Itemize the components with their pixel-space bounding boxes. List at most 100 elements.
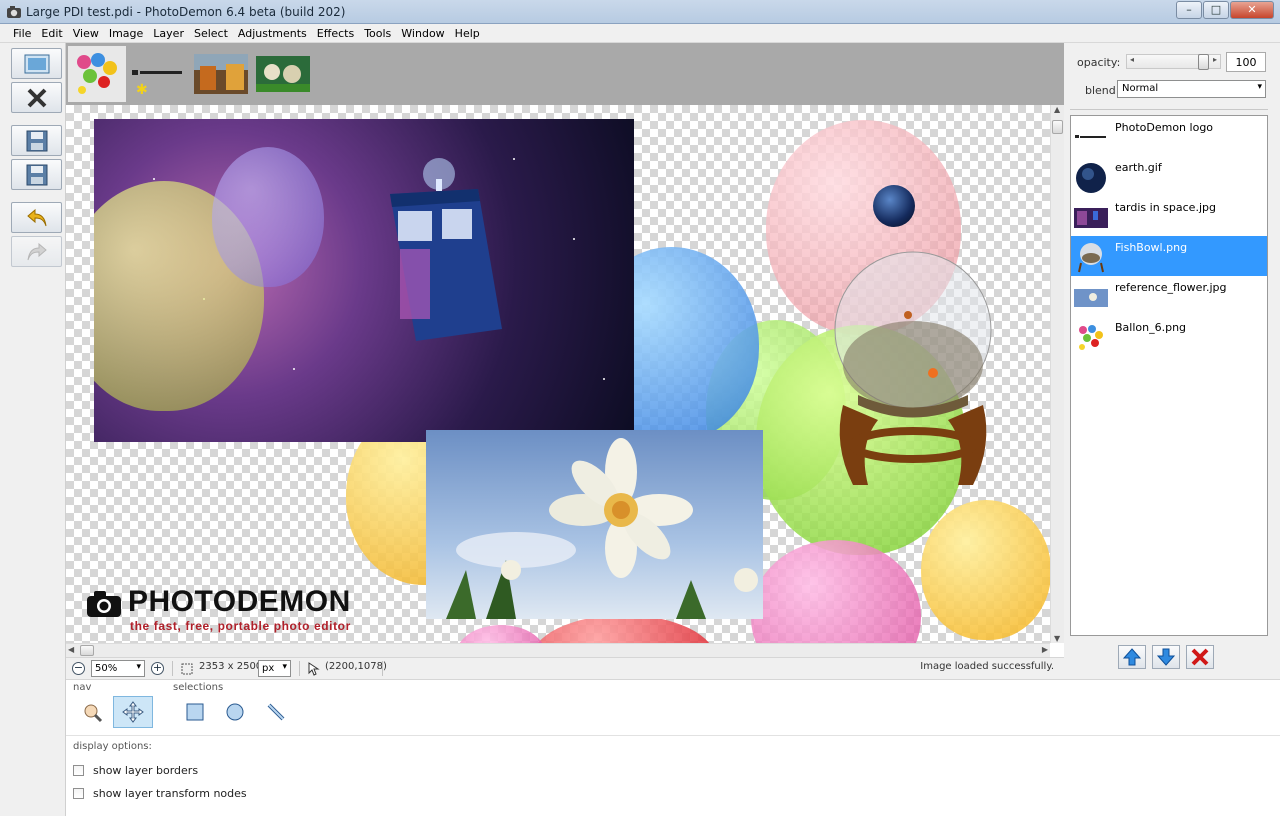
- camera-icon: [87, 591, 121, 617]
- hand-tool-button[interactable]: [72, 696, 112, 728]
- blend-mode-value: Normal: [1122, 83, 1159, 94]
- yellow-balloon-right: [921, 500, 1051, 640]
- options-divider: [66, 735, 1280, 736]
- menu-window[interactable]: Window: [396, 24, 449, 42]
- scroll-right-arrow-icon[interactable]: ▶: [1042, 645, 1048, 654]
- photodemon-app-icon[interactable]: [6, 4, 22, 20]
- menu-view[interactable]: View: [68, 24, 104, 42]
- image-tab-photodemon-logo[interactable]: ✱: [130, 46, 188, 102]
- move-layer-up-button[interactable]: [1118, 645, 1146, 669]
- menu-effects[interactable]: Effects: [312, 24, 359, 42]
- image-canvas[interactable]: PHOTODEMON the fast, free, portable phot…: [66, 105, 1064, 657]
- redo-button[interactable]: [11, 236, 62, 267]
- image-dimensions: 2353 x 2500: [199, 661, 263, 672]
- vertical-scroll-thumb[interactable]: [1052, 120, 1063, 134]
- layer-row-selected[interactable]: FishBowl.png: [1071, 236, 1267, 276]
- maximize-button[interactable]: □: [1203, 1, 1229, 19]
- image-tab-cartoon-photo[interactable]: [254, 46, 312, 102]
- layer-list: PhotoDemon logo earth.gif tardis in spac…: [1070, 115, 1268, 636]
- selections-group-label: selections: [173, 682, 224, 693]
- fishbowl-thumbnail-icon: [1078, 243, 1104, 273]
- save-button[interactable]: [11, 125, 62, 156]
- display-options-label: display options:: [73, 741, 152, 752]
- status-bar: − 50% ▾ + 2353 x 2500 px ▾ (2200,1078) I…: [66, 657, 1064, 679]
- svg-text:✱: ✱: [136, 82, 148, 98]
- tardis-in-space-layer[interactable]: [94, 119, 634, 442]
- undo-button[interactable]: [11, 202, 62, 233]
- menu-bar: File Edit View Image Layer Select Adjust…: [0, 24, 1280, 43]
- hand-magnifier-icon: [84, 704, 103, 723]
- close-image-button[interactable]: [11, 82, 62, 113]
- line-select-button[interactable]: [256, 696, 296, 728]
- zoom-value: 50%: [95, 663, 118, 674]
- horizontal-scrollbar[interactable]: ◀ ▶: [66, 643, 1050, 657]
- blend-mode-select[interactable]: Normal ▾: [1117, 80, 1266, 98]
- menu-adjustments[interactable]: Adjustments: [233, 24, 312, 42]
- opacity-input[interactable]: 100: [1226, 52, 1266, 72]
- layer-name: PhotoDemon logo: [1115, 121, 1214, 134]
- show-layer-transform-nodes-checkbox[interactable]: [73, 788, 84, 799]
- move-layer-down-button[interactable]: [1152, 645, 1180, 669]
- layer-row[interactable]: earth.gif: [1071, 156, 1267, 196]
- status-message: Image loaded successfully.: [920, 661, 1054, 672]
- earth-layer[interactable]: [873, 185, 915, 227]
- chevron-down-icon: ▾: [282, 662, 287, 672]
- scroll-up-arrow-icon[interactable]: ▲: [1054, 105, 1060, 114]
- unit-select[interactable]: px ▾: [258, 660, 291, 677]
- zoom-select[interactable]: 50% ▾: [91, 660, 145, 677]
- logo-thumbnail-icon: [1075, 135, 1106, 138]
- chevron-down-icon: ▾: [136, 662, 141, 672]
- cartoon-thumbnail-icon: [256, 56, 310, 92]
- opacity-slider-thumb[interactable]: [1198, 54, 1209, 70]
- menu-tools[interactable]: Tools: [359, 24, 396, 42]
- show-layer-borders-label[interactable]: show layer borders: [93, 764, 198, 777]
- layer-row[interactable]: PhotoDemon logo: [1071, 116, 1267, 156]
- zoom-in-icon[interactable]: +: [151, 662, 164, 675]
- layer-row[interactable]: reference_flower.jpg: [1071, 276, 1267, 316]
- show-layer-borders-checkbox[interactable]: [73, 765, 84, 776]
- layer-name: FishBowl.png: [1115, 241, 1188, 254]
- layer-row[interactable]: tardis in space.jpg: [1071, 196, 1267, 236]
- image-tab-autumn-photo[interactable]: [192, 46, 250, 102]
- layer-thumbnail: [1074, 241, 1108, 273]
- scroll-down-arrow-icon[interactable]: ▼: [1054, 634, 1060, 643]
- rectangle-select-button[interactable]: [175, 696, 215, 728]
- slider-left-arrow-icon[interactable]: ◂: [1130, 55, 1134, 64]
- ellipse-select-button[interactable]: [215, 696, 255, 728]
- layer-row[interactable]: Ballon_6.png: [1071, 316, 1267, 356]
- ellipse-selection-icon: [226, 703, 244, 721]
- minimize-button[interactable]: –: [1176, 1, 1202, 19]
- rectangle-selection-icon: [186, 703, 204, 721]
- open-image-button[interactable]: [11, 48, 62, 79]
- reference-flower-layer[interactable]: [426, 430, 763, 619]
- status-separator: [382, 661, 383, 676]
- zoom-out-icon[interactable]: −: [72, 662, 85, 675]
- menu-file[interactable]: File: [8, 24, 36, 42]
- status-separator: [172, 661, 173, 676]
- status-separator: [299, 661, 300, 676]
- chevron-down-icon: ▾: [1257, 82, 1262, 92]
- menu-help[interactable]: Help: [450, 24, 485, 42]
- fishbowl-image: [834, 251, 992, 485]
- show-layer-transform-nodes-label[interactable]: show layer transform nodes: [93, 787, 247, 800]
- move-tool-button[interactable]: [113, 696, 153, 728]
- menu-layer[interactable]: Layer: [148, 24, 189, 42]
- fishbowl-layer[interactable]: [828, 245, 998, 490]
- horizontal-scroll-thumb[interactable]: [80, 645, 94, 656]
- slider-right-arrow-icon[interactable]: ▸: [1213, 55, 1217, 64]
- menu-select[interactable]: Select: [189, 24, 233, 42]
- delete-layer-button[interactable]: [1186, 645, 1214, 669]
- image-tab-large-pdi-test[interactable]: [68, 46, 126, 102]
- left-toolbar: [0, 43, 66, 816]
- menu-edit[interactable]: Edit: [36, 24, 67, 42]
- blend-label: blend:: [1085, 84, 1120, 97]
- vertical-scrollbar[interactable]: ▲ ▼: [1050, 105, 1064, 643]
- menu-image[interactable]: Image: [104, 24, 148, 42]
- close-window-button[interactable]: ✕: [1230, 1, 1274, 19]
- scroll-left-arrow-icon[interactable]: ◀: [68, 645, 74, 654]
- layer-thumbnail: [1074, 161, 1108, 193]
- tardis-thumbnail-icon: [1074, 208, 1108, 228]
- panel-divider: [1070, 109, 1268, 110]
- title-bar: Large PDI test.pdi - PhotoDemon 6.4 beta…: [0, 0, 1280, 24]
- save-as-button[interactable]: [11, 159, 62, 190]
